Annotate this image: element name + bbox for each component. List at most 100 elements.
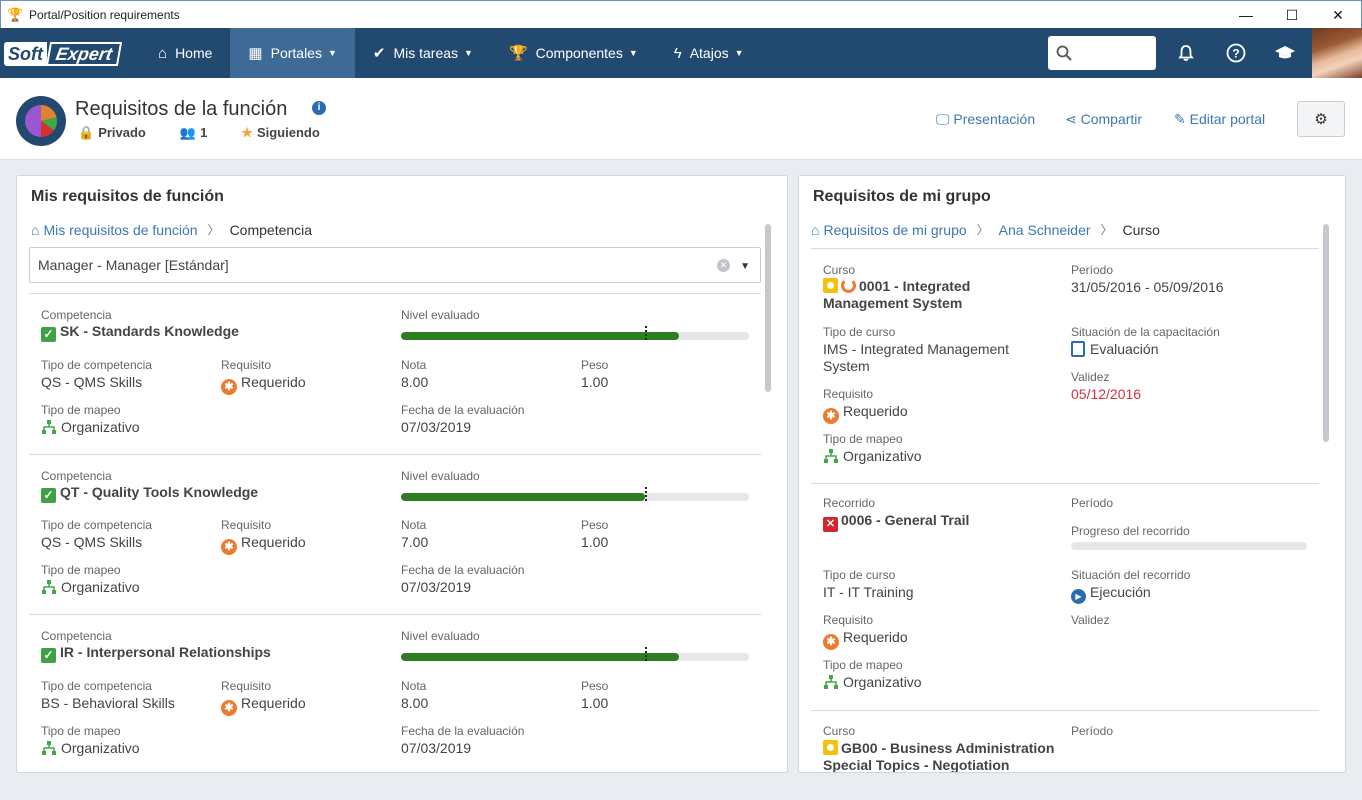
position-select[interactable]: Manager - Manager [Estándar] ✕ ▼: [29, 247, 761, 283]
label: Tipo de mapeo: [823, 658, 903, 672]
mapping-value: Organizativo: [823, 674, 922, 690]
search-input[interactable]: [1078, 45, 1148, 61]
breadcrumb-current: Curso: [1122, 221, 1160, 238]
expected-level-marker: [644, 487, 647, 501]
label: Competencia: [41, 629, 112, 643]
scrollbar[interactable]: [765, 224, 771, 392]
top-navigation: Soft Expert ⌂ Home ▦ Portales ▼ ✔ Mis ta…: [0, 28, 1362, 78]
breadcrumb-current: Competencia: [229, 221, 313, 238]
requirement-value: ✱ Requerido: [823, 629, 908, 650]
label: Requisito: [221, 358, 272, 372]
presentation-icon: 🖵: [936, 111, 950, 127]
home-icon: ⌂: [811, 221, 820, 238]
nav-atajos[interactable]: ϟ Atajos ▼: [656, 28, 762, 78]
competency-card[interactable]: Competencia ✓ QT - Quality Tools Knowledg…: [29, 454, 761, 614]
label: Tipo de mapeo: [41, 403, 121, 417]
label: Tipo de curso: [823, 325, 896, 339]
learning-button[interactable]: [1268, 36, 1302, 70]
svg-text:?: ?: [1232, 47, 1239, 61]
evaluation-date: 07/03/2019: [401, 419, 472, 435]
softexpert-logo[interactable]: Soft Expert: [4, 38, 134, 68]
status-yellow-icon: [823, 740, 838, 755]
breadcrumb-root[interactable]: Requisitos de mi grupo: [823, 222, 966, 238]
breadcrumb-person[interactable]: Ana Schneider: [999, 222, 1091, 238]
competency-name: ✓ IR - Interpersonal Relationships: [41, 644, 271, 663]
required-icon: ✱: [221, 539, 237, 555]
nav-home[interactable]: ⌂ Home: [140, 28, 230, 78]
panel-title: Requisitos de mi grupo: [813, 188, 991, 205]
chevron-right-icon: 〉: [976, 223, 989, 237]
nav-atajos-label: Atajos: [689, 45, 729, 61]
required-icon: ✱: [221, 700, 237, 716]
label: Nivel evaluado: [401, 629, 480, 643]
label: Tipo de mapeo: [41, 563, 121, 577]
scrollbar[interactable]: [1323, 224, 1329, 442]
grid-icon: ▦: [248, 45, 263, 62]
nav-portales[interactable]: ▦ Portales ▼: [230, 28, 355, 78]
competency-name: ✓ SK - Standards Knowledge: [41, 323, 239, 342]
users-icon: 👥: [179, 125, 197, 140]
members-count[interactable]: 1: [200, 125, 207, 141]
user-avatar[interactable]: [1312, 28, 1362, 78]
select-value: Manager - Manager [Estándar]: [38, 257, 229, 273]
nav-componentes[interactable]: 🏆 Componentes ▼: [491, 28, 656, 78]
label: Nota: [401, 358, 427, 372]
evaluation-date: 07/03/2019: [401, 579, 472, 595]
check-icon: ✓: [41, 648, 56, 663]
requirement-value: ✱ Requerido: [221, 534, 306, 555]
share-link[interactable]: ⋖ Compartir: [1065, 111, 1142, 128]
clear-icon[interactable]: ✕: [717, 259, 730, 272]
help-icon: ?: [1226, 43, 1246, 63]
grade-value: 8.00: [401, 374, 429, 390]
caret-down-icon[interactable]: ▼: [740, 261, 750, 272]
home-icon: ⌂: [158, 44, 168, 62]
trail-name: ✕ 0006 - General Trail: [823, 512, 969, 532]
minimize-icon[interactable]: —: [1223, 1, 1269, 29]
notifications-button[interactable]: [1169, 36, 1203, 70]
requirement-value: ✱ Requerido: [823, 403, 908, 424]
info-icon[interactable]: i: [312, 101, 326, 115]
status-yellow-icon: [823, 278, 838, 293]
maximize-icon[interactable]: ☐: [1269, 1, 1315, 29]
window-titlebar: 🏆 Portal/Position requirements — ☐ ✕: [0, 0, 1362, 28]
breadcrumb-root[interactable]: Mis requisitos de función: [43, 222, 197, 238]
label: Tipo de competencia: [41, 679, 152, 693]
requirement-value: ✱ Requerido: [221, 374, 306, 395]
competency-card[interactable]: Competencia ✓ SK - Standards Knowledge Ni…: [29, 293, 761, 454]
nav-mis-tareas[interactable]: ✔ Mis tareas ▼: [355, 28, 491, 78]
refresh-icon: [841, 278, 856, 293]
label: Fecha de la evaluación: [401, 403, 525, 417]
caret-down-icon: ▼: [734, 48, 744, 58]
following-label[interactable]: Siguiendo: [257, 125, 320, 141]
evaluation-date: 07/03/2019: [401, 740, 472, 756]
nav-componentes-label: Componentes: [535, 45, 623, 61]
course-type-value: IMS - Integrated Management System: [823, 341, 1009, 374]
label: Peso: [581, 679, 609, 693]
course-card[interactable]: Curso GB00 - Business Administration Spec…: [811, 710, 1319, 772]
edit-portal-link[interactable]: ✎ Editar portal: [1174, 111, 1265, 128]
trail-status: ▶ Ejecución: [1071, 584, 1151, 604]
caret-down-icon: ▼: [628, 48, 638, 58]
expected-level-marker: [644, 647, 647, 661]
presentation-link[interactable]: 🖵 Presentación: [936, 111, 1035, 128]
close-icon[interactable]: ✕: [1315, 1, 1361, 29]
label: Peso: [581, 518, 609, 532]
settings-button[interactable]: ⚙: [1297, 101, 1345, 137]
competency-type: QS - QMS Skills: [41, 374, 143, 390]
gear-icon: ⚙: [1314, 111, 1328, 128]
grade-value: 8.00: [401, 695, 429, 711]
page-title: Requisitos de la función: [75, 98, 288, 120]
chevron-right-icon: 〉: [1100, 223, 1113, 237]
label: Requisito: [823, 613, 874, 627]
label: Período: [1071, 263, 1114, 277]
mapping-value: Organizativo: [41, 419, 140, 435]
help-button[interactable]: ?: [1219, 36, 1253, 70]
caret-down-icon: ▼: [464, 48, 473, 58]
label: Requisito: [823, 387, 874, 401]
course-card[interactable]: Curso 0001 - Integrated Management System…: [811, 248, 1319, 484]
competency-card[interactable]: Competencia ✓ IR - Interpersonal Relation…: [29, 614, 761, 772]
search-box[interactable]: [1048, 36, 1156, 70]
trail-card[interactable]: Recorrido ✕ 0006 - General Trail Período …: [811, 483, 1319, 711]
label: Nota: [401, 518, 427, 532]
search-icon: [1056, 45, 1072, 61]
